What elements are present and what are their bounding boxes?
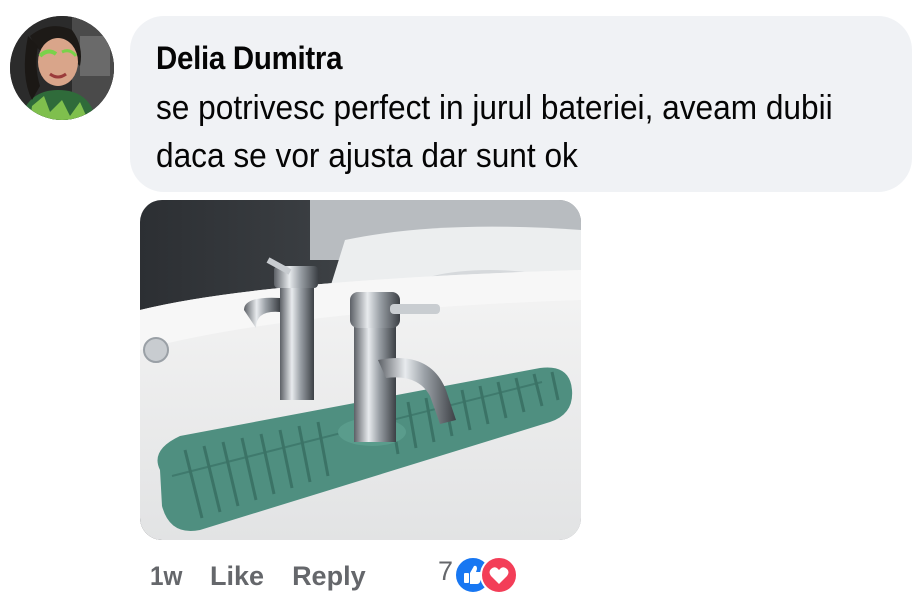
comment-actions: 1w Like Reply [150, 558, 366, 594]
love-icon [480, 556, 519, 594]
reaction-count: 7 [438, 555, 454, 586]
comment-bubble: Delia Dumitra se potrivesc perfect in ju… [130, 16, 912, 192]
sink-photo [140, 200, 581, 540]
attached-photo[interactable] [140, 200, 581, 540]
reactions-summary[interactable]: 7 [438, 555, 519, 595]
comment-text: se potrivesc perfect in jurul bateriei, … [156, 89, 833, 175]
like-button[interactable]: Like [210, 561, 264, 592]
author-name[interactable]: Delia Dumitra [156, 38, 828, 78]
reply-button[interactable]: Reply [292, 561, 366, 592]
timestamp[interactable]: 1w [150, 561, 182, 592]
comment: Delia Dumitra se potrivesc perfect in ju… [0, 0, 914, 604]
avatar[interactable] [10, 16, 114, 120]
avatar-photo [10, 16, 114, 120]
